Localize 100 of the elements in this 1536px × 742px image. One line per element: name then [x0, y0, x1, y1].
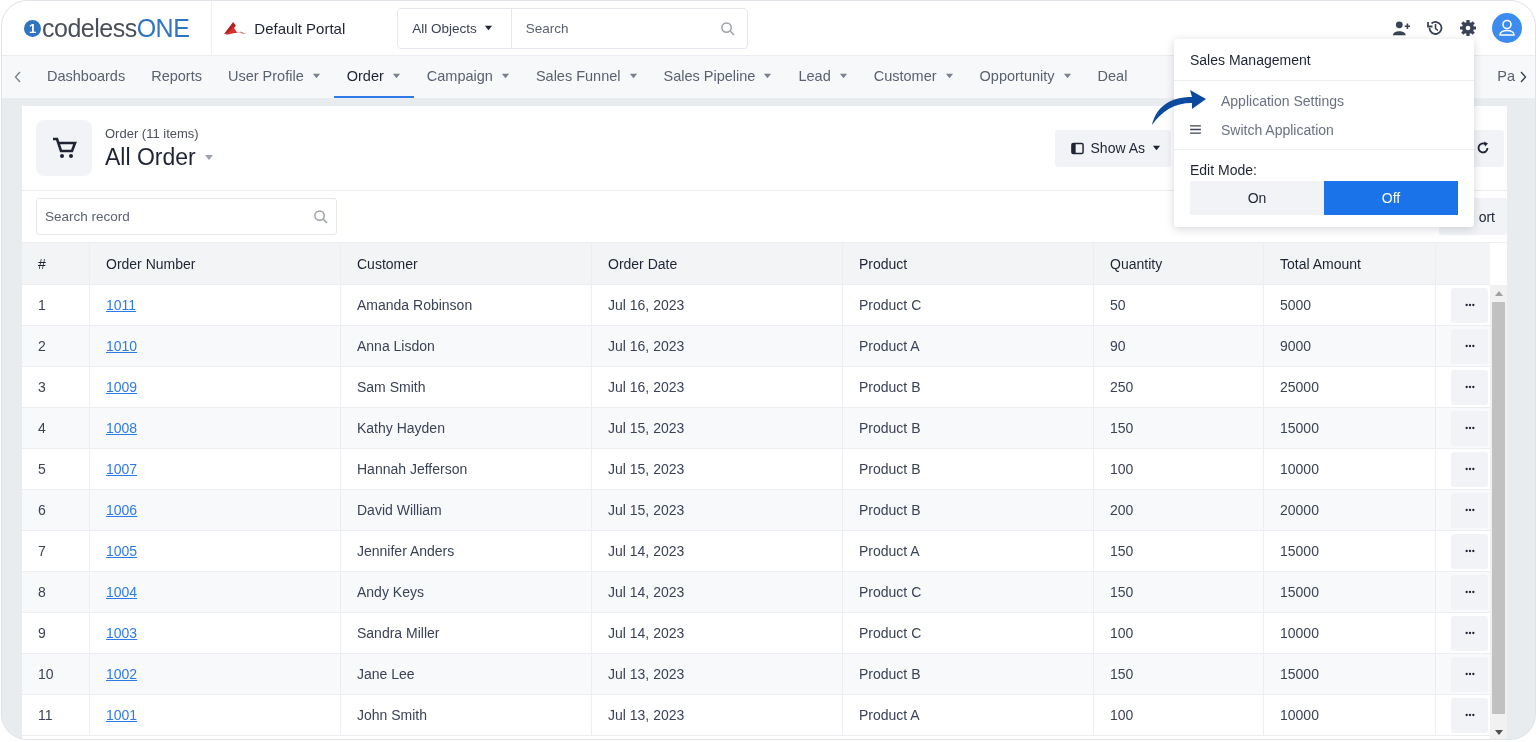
history-icon[interactable]: [1426, 19, 1444, 37]
refresh-icon: [1475, 141, 1490, 155]
table-cell: 4: [38, 420, 46, 436]
menu-item[interactable]: Application Settings: [1174, 86, 1474, 115]
table-cell: 9000: [1280, 338, 1312, 354]
more-button[interactable]: [1451, 410, 1488, 446]
logo[interactable]: 1 codelessONE: [2, 1, 213, 55]
table-cell: 8: [38, 584, 46, 600]
table-cell: 200: [1110, 502, 1134, 518]
nav-tab[interactable]: Lead: [785, 56, 861, 98]
column-header: Total Amount: [1264, 243, 1436, 284]
more-button[interactable]: [1451, 287, 1488, 323]
table-cell: Anna Lisdon: [357, 338, 435, 354]
order-link[interactable]: 1001: [106, 707, 138, 723]
nav-tab[interactable]: Sales Pipeline: [650, 56, 786, 98]
table-cell: Sandra Miller: [357, 625, 440, 641]
table-cell: 50: [1110, 297, 1126, 313]
more-button[interactable]: [1451, 369, 1488, 405]
order-link[interactable]: 1004: [106, 584, 138, 600]
more-icon: [1464, 426, 1475, 430]
order-link[interactable]: 1009: [106, 379, 138, 395]
table-cell: 2: [38, 338, 46, 354]
menu-item[interactable]: Switch Application: [1174, 115, 1474, 144]
chevron-left-icon[interactable]: [14, 71, 22, 83]
scroll-up-icon: [1494, 291, 1503, 296]
nav-tab[interactable]: Opportunity: [966, 56, 1085, 98]
more-icon: [1464, 549, 1475, 553]
record-count: Order (11 items): [105, 125, 200, 141]
more-button[interactable]: [1451, 451, 1488, 487]
search-record-field[interactable]: Search record: [36, 198, 337, 235]
edit-mode-option[interactable]: Off: [1324, 181, 1458, 215]
order-link[interactable]: 1006: [106, 502, 138, 518]
column-header: Customer: [341, 243, 592, 284]
order-link[interactable]: 1002: [106, 666, 138, 682]
table-cell: 5: [38, 461, 46, 477]
nav-tab[interactable]: Sales Funnel: [522, 56, 651, 98]
nav-tab[interactable]: Order: [333, 56, 414, 98]
table-cell: Product A: [859, 338, 920, 354]
order-link[interactable]: 1005: [106, 543, 138, 559]
settings-icon[interactable]: [1459, 19, 1477, 37]
menu-title: Sales Management: [1174, 39, 1474, 81]
table-cell: Product B: [859, 420, 921, 436]
table-cell: 20000: [1280, 502, 1319, 518]
table-cell: Jul 15, 2023: [608, 420, 685, 436]
more-button[interactable]: [1451, 533, 1488, 569]
search-field[interactable]: Search: [523, 19, 721, 37]
table-cell: Andy Keys: [357, 584, 424, 600]
scroll-thumb[interactable]: [1492, 302, 1505, 714]
chevron-right-icon[interactable]: [1519, 71, 1527, 83]
column-header: #: [22, 243, 90, 284]
table-cell: Product C: [859, 297, 922, 313]
show-as-button[interactable]: Show As: [1054, 129, 1171, 167]
table-cell: Product B: [859, 461, 921, 477]
order-link[interactable]: 1003: [106, 625, 138, 641]
add-user-icon[interactable]: [1393, 19, 1411, 37]
search-icon: [720, 20, 736, 36]
column-header: Product: [843, 243, 1094, 284]
table-cell: 1: [38, 297, 46, 313]
table-cell: 6: [38, 502, 46, 518]
table-cell: Hannah Jefferson: [357, 461, 468, 477]
caret-icon[interactable]: [203, 152, 214, 162]
layout-icon: [1070, 141, 1084, 155]
more-button[interactable]: [1451, 697, 1488, 733]
table-cell: 15000: [1280, 543, 1319, 559]
order-link[interactable]: 1010: [106, 338, 138, 354]
table-cell: 150: [1110, 543, 1134, 559]
table-cell: John Smith: [357, 707, 428, 723]
more-button[interactable]: [1451, 574, 1488, 610]
scrollbar[interactable]: [1490, 285, 1507, 739]
edit-mode-option[interactable]: On: [1190, 181, 1324, 215]
table-cell: 15000: [1280, 666, 1319, 682]
more-button[interactable]: [1451, 615, 1488, 651]
order-link[interactable]: 1007: [106, 461, 138, 477]
nav-tab[interactable]: Deal: [1084, 56, 1141, 98]
table-cell: Product C: [859, 625, 922, 641]
table-cell: Jul 14, 2023: [608, 584, 685, 600]
nav-tab[interactable]: Dashboards: [33, 56, 139, 98]
table-cell: 10000: [1280, 461, 1319, 477]
order-link[interactable]: 1008: [106, 420, 138, 436]
table-cell: Jul 14, 2023: [608, 625, 685, 641]
table-cell: 150: [1110, 420, 1134, 436]
table-cell: David William: [357, 502, 442, 518]
more-icon: [1464, 713, 1475, 717]
more-button[interactable]: [1451, 656, 1488, 692]
nav-tab[interactable]: Customer: [860, 56, 967, 98]
portal-name[interactable]: Default Portal: [254, 19, 346, 37]
avatar-icon[interactable]: [1492, 13, 1522, 43]
menu-icon: [1190, 125, 1201, 134]
caret-icon: [483, 24, 493, 32]
view-title: All Order: [105, 143, 196, 171]
nav-tab[interactable]: Reports: [138, 56, 215, 98]
nav-tab[interactable]: Campaign: [413, 56, 523, 98]
order-link[interactable]: 1011: [106, 297, 137, 313]
nav-tab[interactable]: User Profile: [214, 56, 334, 98]
object-scope-dropdown[interactable]: All Objects: [398, 8, 512, 48]
more-button[interactable]: [1451, 492, 1488, 528]
more-button[interactable]: [1451, 328, 1488, 364]
nav-tab[interactable]: Pa: [1493, 56, 1515, 98]
portal-logo-icon: [224, 20, 247, 36]
table-cell: 90: [1110, 338, 1126, 354]
